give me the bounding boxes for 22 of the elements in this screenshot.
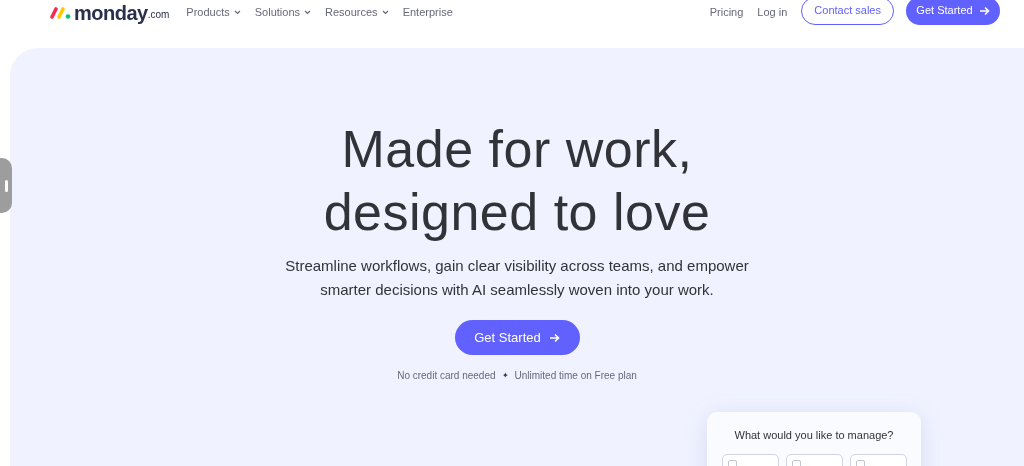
- nav-menu-item[interactable]: Products: [186, 4, 241, 21]
- sparkle-icon: ✦: [501, 369, 509, 382]
- arrow-icon: [548, 332, 560, 343]
- card-question: What would you like to manage?: [734, 428, 894, 443]
- hero-get-started-button[interactable]: Get Started: [454, 320, 580, 355]
- chevron-icon: [304, 10, 312, 15]
- logo-suffix: .com: [147, 8, 170, 20]
- hero-subtitle: Streamline workflows, gain clear visibility across teams, and empower smarter decisions with AI seamlessly woven into your work.: [284, 256, 750, 300]
- nav-menu-item[interactable]: Solutions: [254, 4, 312, 21]
- chevron-icon: [233, 10, 241, 15]
- nav-menu-item[interactable]: Resources: [325, 4, 389, 21]
- hero-title: Made for work, designed to love: [323, 119, 711, 243]
- get-started-button[interactable]: Get Started: [906, 0, 1000, 25]
- note-text: Unlimited time on Free plan: [514, 369, 637, 383]
- nav-link[interactable]: Log in: [757, 4, 788, 21]
- chevron-icon: [381, 10, 389, 15]
- nav-link[interactable]: Pricing: [709, 4, 744, 21]
- note-text: No credit card needed: [397, 369, 496, 383]
- arrow-icon: [978, 5, 990, 16]
- logo-icon: [50, 6, 72, 19]
- logo-text: monday: [74, 2, 148, 23]
- nav-menu-item[interactable]: Enterprise: [402, 4, 453, 21]
